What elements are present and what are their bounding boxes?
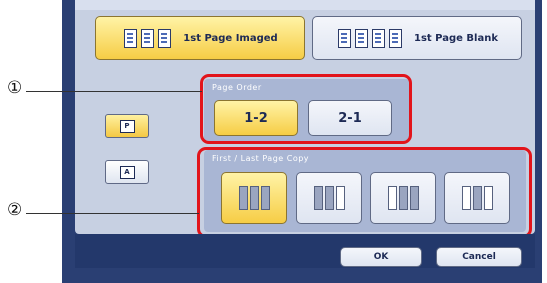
landscape-icon: A [119, 165, 135, 179]
callout-line-2 [26, 213, 199, 214]
pages-imaged-icon [122, 28, 173, 48]
callout-box-1 [200, 74, 412, 144]
first-page-imaged-label: 1st Page Imaged [183, 32, 278, 44]
first-page-blank-label: 1st Page Blank [414, 32, 498, 44]
first-page-blank-button[interactable]: 1st Page Blank [312, 16, 522, 60]
callout-1: ① [7, 78, 23, 98]
landscape-button[interactable]: A [105, 160, 149, 184]
pages-blank-icon [336, 28, 404, 48]
ok-button[interactable]: OK [340, 247, 422, 267]
callout-box-2 [197, 147, 532, 238]
top-strip [75, 0, 535, 10]
cancel-button[interactable]: Cancel [436, 247, 522, 267]
portrait-icon: P [119, 119, 135, 133]
portrait-button[interactable]: P [105, 114, 149, 138]
callout-2: ② [7, 200, 23, 220]
ok-label: OK [373, 252, 389, 262]
first-page-imaged-button[interactable]: 1st Page Imaged [95, 16, 305, 60]
cancel-label: Cancel [462, 252, 496, 262]
callout-line-1 [26, 91, 202, 92]
